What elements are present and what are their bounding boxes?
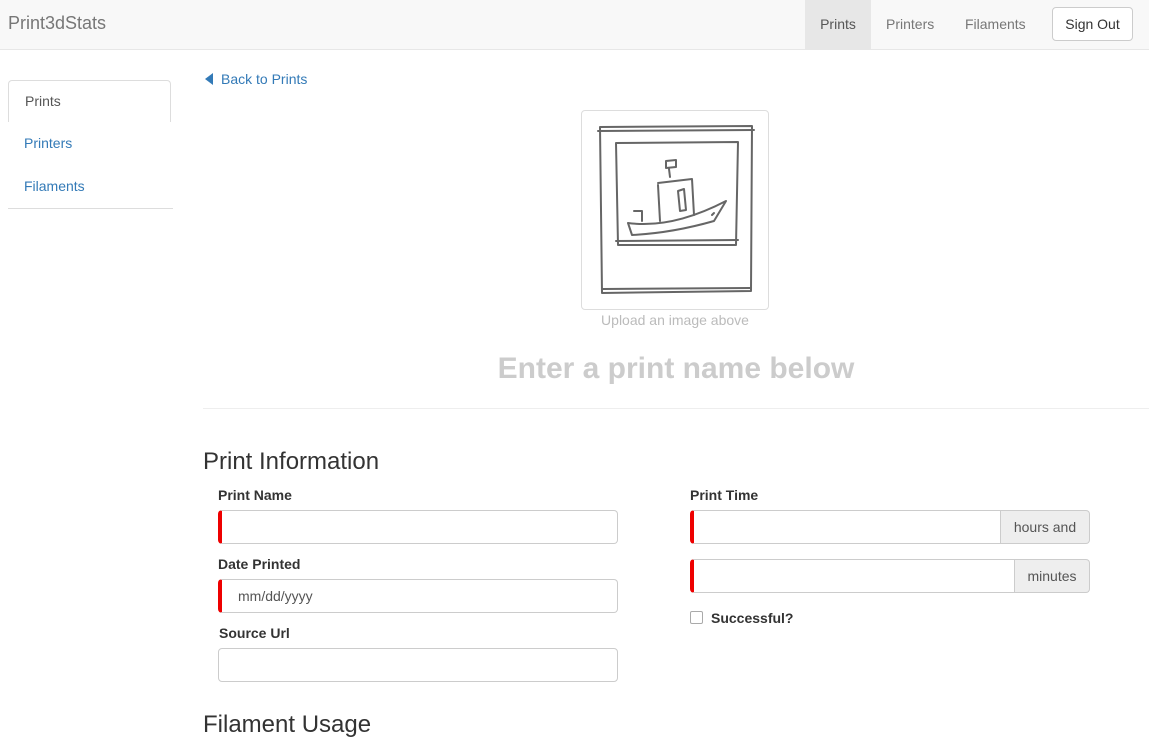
print-image-thumbnail[interactable] — [581, 110, 769, 310]
divider — [203, 408, 1149, 409]
print-name-label: Print Name — [218, 487, 292, 503]
upload-caption: Upload an image above — [601, 312, 749, 328]
sidebar-nav: Prints Printers Filaments — [8, 80, 173, 209]
top-navbar: Print3dStats Prints Printers Filaments S… — [0, 0, 1149, 50]
print-name-input[interactable] — [218, 510, 618, 544]
date-printed-label: Date Printed — [218, 556, 301, 572]
brand-logo[interactable]: Print3dStats — [8, 13, 106, 34]
nav-item-filaments[interactable]: Filaments — [950, 0, 1041, 49]
date-printed-input[interactable]: mm/dd/yyyy — [218, 579, 618, 613]
successful-checkbox[interactable] — [690, 611, 703, 624]
caret-left-icon — [205, 73, 213, 85]
back-to-prints-link[interactable]: Back to Prints — [205, 71, 307, 87]
hours-addon: hours and — [1001, 510, 1090, 544]
nav-item-prints[interactable]: Prints — [805, 0, 871, 49]
filament-usage-heading: Filament Usage — [203, 711, 372, 738]
print-time-label: Print Time — [690, 487, 759, 503]
back-link-label: Back to Prints — [221, 71, 308, 87]
sidebar-item-printers[interactable]: Printers — [8, 122, 173, 165]
minutes-input[interactable] — [690, 559, 1015, 593]
sidebar-divider — [8, 208, 173, 209]
sidebar-item-prints[interactable]: Prints — [8, 80, 171, 122]
minutes-addon: minutes — [1015, 559, 1090, 593]
hours-input[interactable] — [690, 510, 1001, 544]
print-information-heading: Print Information — [203, 448, 380, 475]
source-url-input[interactable] — [218, 648, 618, 682]
nav-item-printers[interactable]: Printers — [871, 0, 949, 49]
sign-out-button[interactable]: Sign Out — [1052, 7, 1133, 41]
print-title-placeholder: Enter a print name below — [497, 352, 855, 385]
source-url-label: Source Url — [219, 625, 290, 641]
successful-label[interactable]: Successful? — [711, 610, 793, 626]
sidebar-item-filaments[interactable]: Filaments — [8, 165, 173, 208]
boat-sketch-icon — [597, 125, 755, 294]
